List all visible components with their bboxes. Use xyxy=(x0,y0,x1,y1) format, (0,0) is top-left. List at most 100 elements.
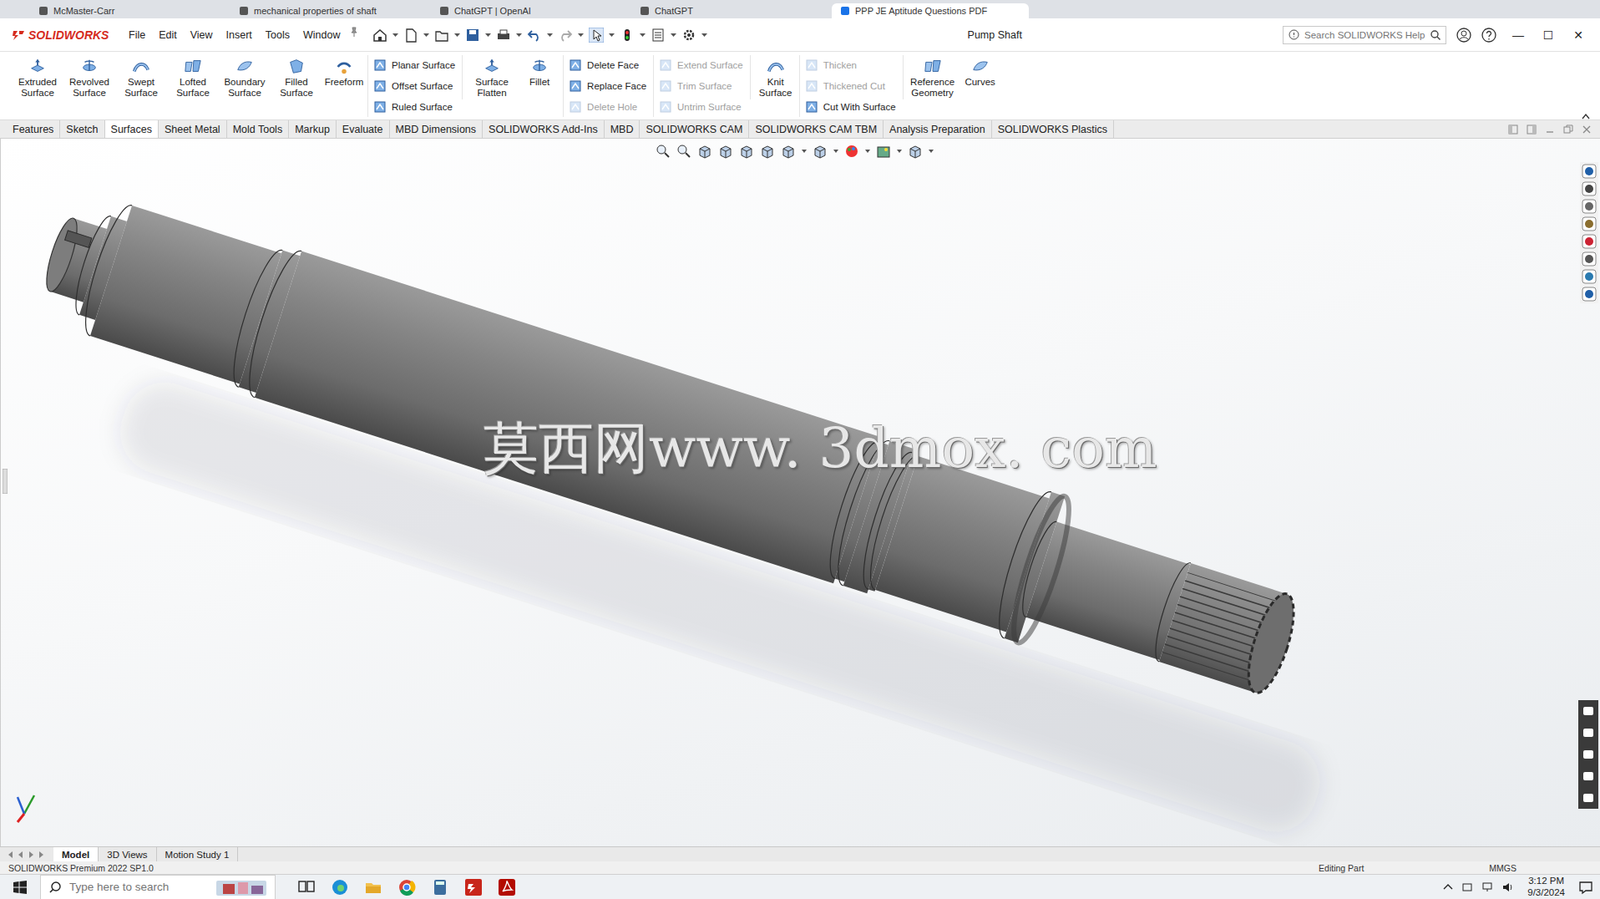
start-button[interactable] xyxy=(0,874,41,899)
save-icon[interactable] xyxy=(465,27,481,43)
help-search-input[interactable] xyxy=(1302,29,1428,41)
dropdown-arrow-icon[interactable] xyxy=(608,32,615,38)
ribbon-button-label[interactable]: Surface Flatten xyxy=(466,76,517,98)
ribbon-button[interactable]: Curves xyxy=(958,55,1003,100)
command-tab[interactable]: SOLIDWORKS Add-Ins xyxy=(482,120,605,138)
appearances-icon[interactable] xyxy=(1581,233,1597,249)
ribbon-button[interactable]: Reference Geometry xyxy=(906,55,959,100)
command-tab[interactable]: Sketch xyxy=(60,120,105,138)
ribbon-button-label[interactable]: Cut With Surface xyxy=(823,101,897,112)
redo-icon[interactable] xyxy=(557,27,573,43)
command-tab[interactable]: MBD xyxy=(604,120,641,138)
window-control-button[interactable]: ☐ xyxy=(1533,28,1564,42)
ribbon-button-label[interactable]: Knit Surface xyxy=(754,76,797,98)
menu-item[interactable]: Window xyxy=(298,26,345,44)
meet-now-icon[interactable] xyxy=(1462,881,1474,893)
close-doc-icon[interactable] xyxy=(1581,124,1592,135)
custom-properties-icon[interactable] xyxy=(1581,251,1597,267)
browser-tab[interactable]: ChatGPT | OpenAI xyxy=(430,3,628,19)
open-icon[interactable] xyxy=(434,27,450,43)
solidworks-forum-icon[interactable] xyxy=(1581,268,1597,284)
ribbon-button-label[interactable]: Replace Face xyxy=(587,81,647,92)
dropdown-arrow-icon[interactable] xyxy=(865,149,871,154)
ribbon-button-label[interactable]: Swept Surface xyxy=(116,76,167,98)
browser-tab-label[interactable]: PPP JE Aptitude Questions PDF xyxy=(855,5,988,16)
dropdown-arrow-icon[interactable] xyxy=(833,149,839,154)
help-icon[interactable] xyxy=(1481,27,1497,43)
ribbon-small-button[interactable]: Delete Face xyxy=(568,56,647,74)
ribbon-button[interactable]: Revolved Surface xyxy=(63,55,116,100)
chrome-icon[interactable] xyxy=(397,877,416,897)
ribbon-button-label[interactable]: Lofted Surface xyxy=(167,76,218,98)
file-explorer-icon[interactable] xyxy=(364,877,383,897)
account-icon[interactable] xyxy=(1456,27,1472,43)
volume-icon[interactable] xyxy=(1502,881,1514,893)
command-tab[interactable]: Mold Tools xyxy=(227,120,290,138)
ribbon-button[interactable]: Surface Flatten xyxy=(465,55,518,100)
notifications-icon[interactable] xyxy=(1578,879,1594,895)
ribbon-button-label[interactable]: Revolved Surface xyxy=(64,76,115,98)
view-orientation-icon[interactable] xyxy=(759,143,775,159)
graphics-area[interactable]: 莫西网www. 3dmox. com xyxy=(0,138,1600,846)
ribbon-button[interactable]: Freeform xyxy=(322,55,366,100)
ribbon-small-button[interactable]: Ruled Surface xyxy=(373,98,456,116)
magnifier-icon[interactable] xyxy=(1430,30,1441,41)
edge-icon[interactable] xyxy=(330,877,350,897)
browser-tab-label[interactable]: mechanical properties of shaft xyxy=(253,5,377,16)
last-tab-icon[interactable] xyxy=(36,850,46,859)
video-icon[interactable] xyxy=(1580,746,1596,762)
dropdown-arrow-icon[interactable] xyxy=(639,32,646,38)
ribbon-button[interactable]: Knit Surface xyxy=(754,55,798,100)
ribbon-button-label[interactable]: Planar Surface xyxy=(391,60,456,71)
pump-shaft-model[interactable] xyxy=(0,138,1600,846)
ribbon-button-label[interactable]: Delete Face xyxy=(587,60,639,71)
ribbon-small-button[interactable]: Planar Surface xyxy=(373,56,456,74)
status-units[interactable]: MMGS xyxy=(1488,862,1517,873)
print-icon[interactable] xyxy=(496,27,512,43)
pin-icon[interactable] xyxy=(349,26,360,37)
minimize-doc-icon[interactable] xyxy=(1544,124,1555,135)
taskbar-search-box[interactable] xyxy=(40,874,276,899)
browser-tab[interactable]: PPP JE Aptitude Questions PDF xyxy=(831,3,1029,19)
menu-item[interactable]: View xyxy=(185,26,218,44)
ribbon-button[interactable]: Extruded Surface xyxy=(11,55,64,100)
ribbon-button[interactable]: Lofted Surface xyxy=(167,55,219,100)
view-palette-icon[interactable] xyxy=(1581,216,1597,232)
dropdown-arrow-icon[interactable] xyxy=(896,149,902,154)
window-control-button[interactable]: ✕ xyxy=(1563,28,1594,42)
prev-tab-icon[interactable] xyxy=(16,850,26,859)
command-tab[interactable]: MBD Dimensions xyxy=(389,120,484,138)
ribbon-button-label[interactable]: Freeform xyxy=(324,76,365,88)
settings-gear-icon[interactable] xyxy=(1580,789,1596,806)
clock[interactable]: 3:12 PM9/3/2024 xyxy=(1522,875,1570,899)
command-tab[interactable]: Analysis Preparation xyxy=(883,120,993,138)
command-tab[interactable]: Markup xyxy=(288,120,337,138)
home-icon[interactable] xyxy=(372,27,388,43)
menu-item[interactable]: Insert xyxy=(221,26,258,44)
camera-icon[interactable] xyxy=(1580,724,1596,740)
browser-tab-label[interactable]: McMaster-Carr xyxy=(53,5,115,16)
feature-tree-flyout-handle[interactable] xyxy=(2,468,8,494)
view-settings-icon[interactable] xyxy=(907,143,923,159)
taskbar-search-input[interactable] xyxy=(67,879,210,894)
ribbon-button-label[interactable]: Extruded Surface xyxy=(12,76,63,98)
dropdown-arrow-icon[interactable] xyxy=(577,32,584,38)
command-tab[interactable]: SOLIDWORKS CAM xyxy=(639,120,750,138)
command-tab[interactable]: SOLIDWORKS CAM TBM xyxy=(749,120,884,138)
ribbon-small-button[interactable]: Offset Surface xyxy=(373,77,456,95)
dropdown-arrow-icon[interactable] xyxy=(454,32,461,38)
ribbon-button[interactable]: Swept Surface xyxy=(115,55,168,100)
ribbon-button-label[interactable]: Filled Surface xyxy=(271,76,322,98)
solidworks-app-icon[interactable] xyxy=(464,877,483,897)
tile-right-icon[interactable] xyxy=(1526,124,1537,135)
command-tab[interactable]: Sheet Metal xyxy=(158,120,228,138)
command-tab[interactable]: SOLIDWORKS Plastics xyxy=(992,120,1114,138)
display-style-icon[interactable] xyxy=(780,143,796,159)
ribbon-button[interactable]: Fillet xyxy=(517,55,562,100)
design-library-icon[interactable] xyxy=(1581,181,1597,197)
restore-doc-icon[interactable] xyxy=(1563,124,1574,135)
zoom-to-fit-icon[interactable] xyxy=(655,143,671,159)
select-icon[interactable] xyxy=(588,27,604,43)
tile-left-icon[interactable] xyxy=(1508,124,1519,135)
solidworks-logo[interactable]: SOLIDWORKS xyxy=(11,28,124,42)
